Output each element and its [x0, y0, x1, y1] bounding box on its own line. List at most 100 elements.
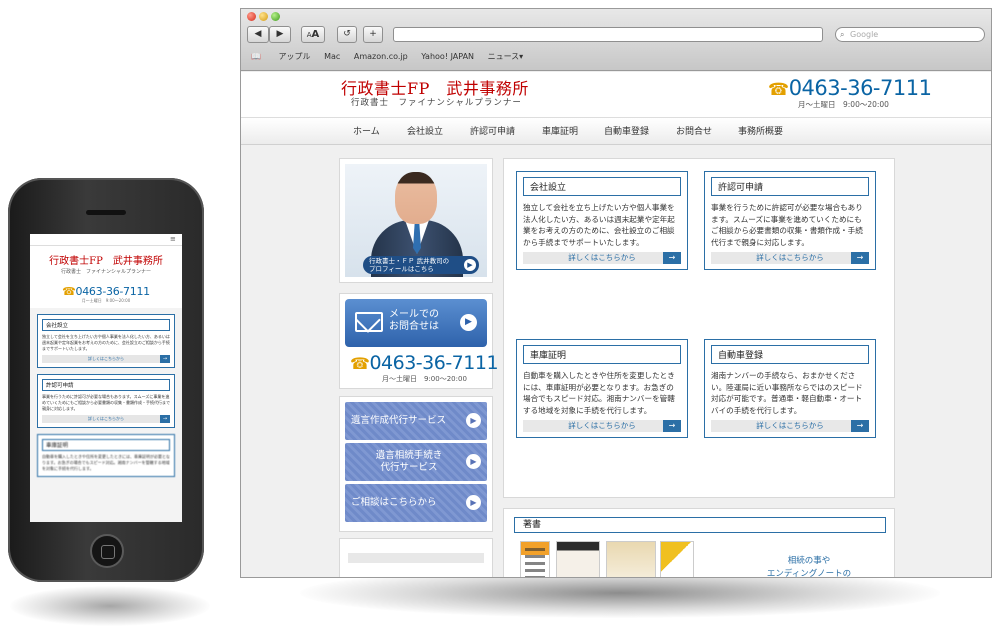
books-section: 著書 相続の事や エンディングノートの [503, 508, 895, 578]
card-button-label: 詳しくはこちらから [568, 253, 636, 262]
mobile-card-text: 自動車を購入したときや住所を変更したときには、車庫証明が必要となります。お急ぎの… [42, 454, 170, 471]
global-nav: ホーム 会社設立 許認可申請 車庫証明 自動車登録 お問合せ 事務所概要 [241, 117, 991, 146]
mobile-phone-number[interactable]: ☎0463-36-7111 [32, 285, 180, 298]
zoom-window-icon[interactable] [271, 12, 280, 21]
books-link-text[interactable]: 相続の事や エンディングノートの [754, 555, 864, 578]
mobile-site-title[interactable]: 行政書士FP 武井事務所 [32, 252, 180, 267]
site-subtitle: 行政書士 ファイナンシャルプランナー [351, 98, 522, 108]
phone-icon: ☎ [350, 354, 370, 373]
profile-box[interactable]: 行政書士・ＦＰ 武井教司の プロフィールはこちら ▶ [339, 158, 493, 283]
photo-head [395, 172, 437, 224]
mail-button-text: メールでの お問合せは [389, 309, 439, 333]
bookmark-news[interactable]: ニュース▾ [488, 52, 524, 61]
envelope-icon [355, 312, 383, 332]
url-input[interactable] [393, 27, 823, 42]
nav-contact[interactable]: お問合せ [676, 118, 712, 146]
card-details-button[interactable]: 詳しくはこちらから → [523, 420, 681, 432]
profile-link[interactable]: 行政書士・ＦＰ 武井教司の プロフィールはこちら ▶ [363, 256, 479, 274]
back-button[interactable]: ◀ [247, 26, 269, 43]
close-window-icon[interactable] [247, 12, 256, 21]
play-arrow-icon: ▶ [466, 413, 481, 428]
contact-box: メールでの お問合せは ▶ ☎0463-36-7111 月〜土曜日 9:00〜2… [339, 293, 499, 389]
search-placeholder: Google [850, 30, 879, 39]
reading-list-icon[interactable]: 📖 [251, 49, 265, 65]
bookmark-apple[interactable]: アップル [279, 52, 311, 61]
mobile-phone-text: 0463-36-7111 [75, 285, 151, 298]
arrow-right-icon: → [851, 420, 869, 432]
hamburger-menu-icon[interactable]: ≡ [170, 236, 178, 243]
minimize-window-icon[interactable] [259, 12, 268, 21]
mobile-card-button[interactable]: 詳しくはこちらから → [42, 355, 170, 363]
play-arrow-icon: ▶ [466, 495, 481, 510]
books-text-line2: エンディングノートの [766, 569, 852, 578]
mobile-card-permit: 許認可申請 事業を行うために許認可が必要な場合もあります。スムーズに事業を進めて… [37, 374, 175, 428]
book-cover[interactable] [660, 541, 694, 577]
book-cover[interactable] [520, 541, 550, 577]
font-smaller-button[interactable]: AA [301, 26, 325, 43]
service-inheritance[interactable]: 遺言相続手続き 代行サービス ▶ [345, 443, 487, 481]
font-large-label: A [311, 29, 320, 40]
card-details-button[interactable]: 詳しくはこちらから → [711, 252, 869, 264]
card-details-button[interactable]: 詳しくはこちらから → [711, 420, 869, 432]
nav-company-setup[interactable]: 会社設立 [407, 118, 443, 146]
showcase-stage: ≡ 行政書士FP 武井事務所 行政書士 ファイナンシャルプランナー ☎0463-… [0, 0, 1000, 632]
book-cover[interactable] [606, 541, 656, 577]
nav-vehicle-registration[interactable]: 自動車登録 [604, 118, 649, 146]
card-permits: 許認可申請 事業を行うために許認可が必要な場合もあります。スムーズに事業を進めて… [704, 171, 876, 270]
arrow-right-icon: → [851, 252, 869, 264]
site-header: 行政書士FP 武井事務所 行政書士 ファイナンシャルプランナー ☎0463-36… [241, 72, 991, 117]
mail-line1: メールでの [389, 309, 439, 320]
bookmark-mac[interactable]: Mac [324, 52, 340, 61]
nav-garage-certificate[interactable]: 車庫証明 [542, 118, 578, 146]
phone-icon: ☎ [768, 80, 789, 100]
phone-icon: ☎ [62, 285, 76, 298]
search-input[interactable]: ⌕ Google [835, 27, 985, 42]
nav-home[interactable]: ホーム [353, 118, 380, 146]
header-hours: 月〜土曜日 9:00〜20:00 [798, 100, 889, 109]
play-arrow-icon: ▶ [464, 259, 476, 271]
books-title: 著書 [514, 517, 886, 533]
phone-shadow [10, 586, 210, 626]
card-details-button[interactable]: 詳しくはこちらから → [523, 252, 681, 264]
arrow-right-icon: → [160, 415, 170, 423]
phone-home-button[interactable] [90, 534, 124, 568]
sidebar-next-box [339, 538, 493, 577]
browser-toolbar: ◀ ▶ AA ↺ + ⌕ Google 📖 アップル Mac Amazon.co.… [241, 9, 991, 71]
card-company-setup: 会社設立 独立して会社を立ち上げたい方や個人事業を法人化したい方、あるいは週末起… [516, 171, 688, 270]
sidebar-phone-number[interactable]: ☎0463-36-7111 [350, 352, 499, 374]
forward-button[interactable]: ▶ [269, 26, 291, 43]
browser-window: ◀ ▶ AA ↺ + ⌕ Google 📖 アップル Mac Amazon.co.… [240, 8, 992, 578]
bookmark-yahoo[interactable]: Yahoo! JAPAN [421, 52, 474, 61]
search-icon: ⌕ [840, 30, 845, 39]
mobile-hours: 月〜土曜日 9:00〜20:00 [81, 298, 131, 303]
service-label: 遺言相続手続き [375, 450, 443, 461]
card-text: 独立して会社を立ち上げたい方や個人事業を法人化したい方、あるいは週末起業や定年起… [523, 203, 675, 247]
card-garage-certificate: 車庫証明 自動車を購入したときや住所を変更したときには、車庫証明が必要となります… [516, 339, 688, 438]
card-button-label: 詳しくはこちらから [568, 421, 636, 430]
header-phone-text: 0463-36-7111 [788, 76, 932, 100]
mail-contact-button[interactable]: メールでの お問合せは ▶ [345, 299, 487, 347]
services-grid: 会社設立 独立して会社を立ち上げたい方や個人事業を法人化したい方、あるいは週末起… [503, 158, 895, 498]
mobile-card-button[interactable]: 詳しくはこちらから → [42, 415, 170, 423]
nav-office-overview[interactable]: 事務所概要 [738, 118, 783, 146]
mobile-card-title: 車庫証明 [42, 439, 170, 451]
card-text: 自動車を購入したときや住所を変更したときには、車庫証明が必要となります。お急ぎの… [523, 371, 675, 415]
service-consultation[interactable]: ご相談はこちらから ▶ [345, 484, 487, 522]
play-arrow-icon: ▶ [460, 314, 477, 331]
arrow-right-icon: → [160, 355, 170, 363]
mail-line2: お問合せは [389, 321, 439, 332]
profile-label-line1: 行政書士・ＦＰ 武井教司の [369, 257, 450, 265]
reload-button[interactable]: ↺ [337, 26, 357, 43]
mobile-card-text: 事業を行うために許認可が必要な場合もあります。スムーズに事業を進めていくためにも… [42, 394, 170, 411]
book-cover[interactable] [556, 541, 600, 577]
nav-permits[interactable]: 許認可申請 [470, 118, 515, 146]
header-phone-number[interactable]: ☎0463-36-7111 [768, 76, 932, 100]
mobile-card-garage: 車庫証明 自動車を購入したときや住所を変更したときには、車庫証明が必要となります… [37, 434, 175, 477]
add-bookmark-button[interactable]: + [363, 26, 383, 43]
service-will-creation[interactable]: 遺言作成代行サービス ▶ [345, 402, 487, 440]
bookmark-amazon[interactable]: Amazon.co.jp [354, 52, 408, 61]
mobile-topbar: ≡ [30, 234, 182, 246]
service-label: 遺言作成代行サービス [351, 415, 447, 426]
card-title: 許認可申請 [711, 177, 869, 196]
bookmarks-bar: 📖 アップル Mac Amazon.co.jp Yahoo! JAPAN ニュー… [251, 49, 534, 65]
